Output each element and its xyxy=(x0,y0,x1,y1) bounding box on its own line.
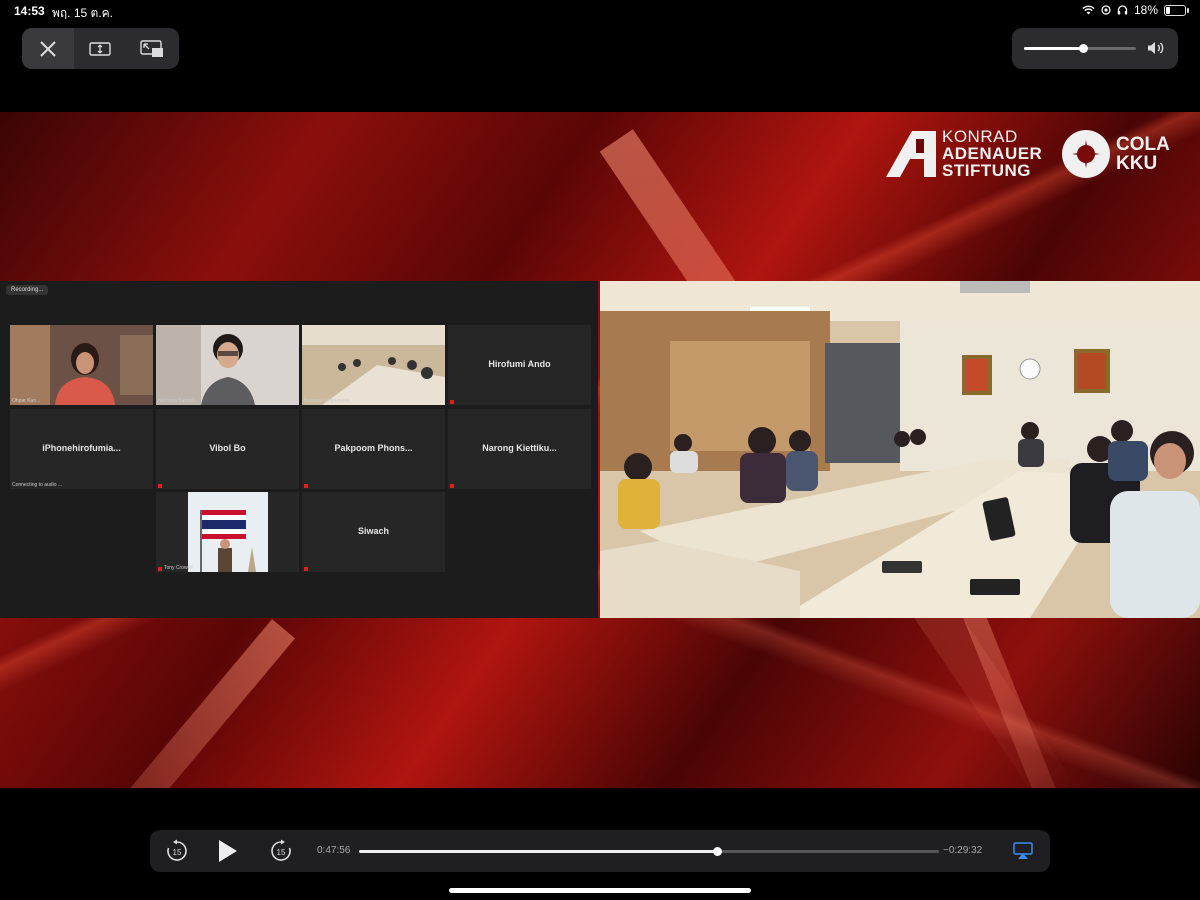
participant-video xyxy=(10,325,153,405)
volume-slider[interactable] xyxy=(1024,44,1136,53)
skip-forward-15-icon: 15 xyxy=(271,839,291,861)
participant-tile[interactable]: Kewarat Sittiponwaii... xyxy=(302,325,445,405)
participant-tile[interactable]: Tony Crowell xyxy=(156,492,299,572)
play-button[interactable] xyxy=(218,840,238,867)
participant-caption: Tony Crowell xyxy=(164,565,193,571)
location-icon xyxy=(1101,5,1111,15)
conference-room-image xyxy=(600,281,1200,618)
headphones-icon xyxy=(1117,5,1128,15)
player-controls: 15 15 0:47:56 −0:29:32 xyxy=(150,830,1050,872)
skip-forward-label: 15 xyxy=(277,848,286,857)
zoom-gallery: Recording... Ohpar Kan... Narisara Sansi… xyxy=(0,281,598,618)
participant-tile[interactable]: Pakpoom Phons... xyxy=(302,409,445,489)
participant-name: Pakpoom Phons... xyxy=(334,443,413,453)
participant-tile[interactable]: iPhonehirofumia... Connecting to audio .… xyxy=(10,409,153,489)
airplay-button[interactable] xyxy=(1013,842,1033,865)
participant-name: Narong Kiettiku... xyxy=(482,443,557,453)
kas-line-3: STIFTUNG xyxy=(942,161,1031,180)
kas-mark-icon xyxy=(886,130,936,177)
recording-indicator: Recording... xyxy=(6,285,49,295)
speaker-wave-icon xyxy=(1148,42,1164,54)
volume-thumb[interactable] xyxy=(1079,44,1089,53)
top-controls xyxy=(22,28,179,69)
participant-caption: Narisara Sansiri... xyxy=(158,398,198,404)
muted-icon xyxy=(158,567,162,571)
thai-flag-image xyxy=(188,492,268,572)
skip-forward-button[interactable]: 15 xyxy=(269,839,293,868)
skip-back-15-icon: 15 xyxy=(167,839,187,861)
participant-tile[interactable]: Vibol Bo xyxy=(156,409,299,489)
scrubber[interactable] xyxy=(359,847,939,856)
participant-caption: Kewarat Sittiponwaii... xyxy=(304,398,354,404)
picture-in-picture-icon xyxy=(140,39,163,57)
remaining-time: −0:29:32 xyxy=(943,845,983,856)
participant-video xyxy=(302,325,445,405)
cola-line-1: COLA xyxy=(1116,134,1170,155)
cola-line-2: KKU xyxy=(1116,153,1158,174)
status-bar: 14:53 พฤ. 15 ต.ค. 18% xyxy=(0,0,1200,22)
kas-line-2: ADENAUER xyxy=(942,144,1043,163)
participant-tile[interactable]: Narisara Sansiri... xyxy=(156,325,299,405)
participant-name: Vibol Bo xyxy=(209,443,246,453)
participant-name: Siwach xyxy=(357,526,389,536)
konrad-adenauer-logo: KONRAD ADENAUER STIFTUNG xyxy=(884,128,1042,179)
participant-name: iPhonehirofumia... xyxy=(42,443,121,453)
skip-back-label: 15 xyxy=(173,848,182,857)
status-time: 14:53 xyxy=(14,4,45,18)
muted-icon xyxy=(304,484,308,488)
muted-icon xyxy=(304,567,308,571)
airplay-icon xyxy=(1013,842,1033,859)
aspect-fit-button[interactable] xyxy=(74,28,126,69)
participant-video xyxy=(156,325,299,405)
elapsed-time: 0:47:56 xyxy=(317,845,351,856)
skip-back-button[interactable]: 15 xyxy=(165,839,189,868)
battery-icon xyxy=(1164,4,1189,16)
cola-star-icon xyxy=(1062,130,1110,178)
participant-tile[interactable]: Hirofumi Ando xyxy=(448,325,591,405)
wifi-icon xyxy=(1082,5,1095,15)
participant-tile[interactable]: Ohpar Kan... xyxy=(10,325,153,405)
muted-icon xyxy=(450,484,454,488)
conference-room-feed xyxy=(600,281,1200,618)
play-icon xyxy=(219,840,237,862)
kas-line-1: KONRAD xyxy=(942,127,1018,146)
scrubber-thumb[interactable] xyxy=(713,847,723,856)
muted-icon xyxy=(158,484,162,488)
home-indicator xyxy=(449,888,751,893)
aspect-fit-icon xyxy=(89,41,111,56)
cola-kku-logo: COLA KKU xyxy=(1060,128,1170,180)
close-button[interactable] xyxy=(22,28,74,69)
participant-name: Hirofumi Ando xyxy=(488,359,551,369)
participant-caption: Connecting to audio ... xyxy=(12,482,63,488)
xmark-icon xyxy=(40,40,56,57)
status-date: พฤ. 15 ต.ค. xyxy=(52,6,114,20)
participant-caption: Ohpar Kan... xyxy=(12,398,41,404)
video-frame[interactable]: KONRAD ADENAUER STIFTUNG COLA KKU Record… xyxy=(0,112,1200,788)
picture-in-picture-button[interactable] xyxy=(126,28,178,69)
volume-control xyxy=(1012,28,1178,69)
muted-icon xyxy=(450,400,454,404)
battery-percent: 18% xyxy=(1133,3,1158,17)
participant-tile[interactable]: Siwach xyxy=(302,492,445,572)
participant-tile[interactable]: Narong Kiettiku... xyxy=(448,409,591,489)
status-indicators: 18% xyxy=(1082,3,1189,17)
